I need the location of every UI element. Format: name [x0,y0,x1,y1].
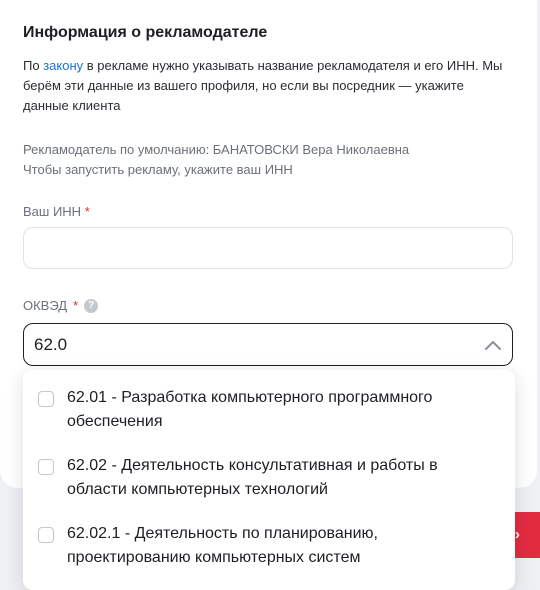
default-advertiser-info: Рекламодатель по умолчанию: БАНАТОВСКИ В… [23,140,513,180]
option-checkbox[interactable] [38,391,54,407]
section-description: По закону в рекламе нужно указывать назв… [23,56,513,116]
description-prefix: По [23,58,44,73]
okved-label-text: ОКВЭД [23,298,68,313]
inn-label-text: Ваш ИНН [23,204,82,219]
inn-required-mark: * [84,204,90,219]
option-checkbox[interactable] [38,527,54,543]
option-checkbox[interactable] [38,459,54,475]
option-label[interactable]: 62.02.1 - Деятельность по планированию, … [67,522,487,570]
question-circle-icon[interactable]: ? [84,298,99,313]
law-link[interactable]: закону [43,58,83,73]
inn-hint-line: Чтобы запустить рекламу, укажите ваш ИНН [23,162,293,177]
default-advertiser-line: Рекламодатель по умолчанию: БАНАТОВСКИ В… [23,142,410,157]
description-rest: в рекламе нужно указывать название рекла… [23,58,503,113]
okved-required-mark: * [73,298,79,313]
okved-dropdown: 62.01 - Разработка компьютерного програм… [23,370,515,590]
option-label[interactable]: 62.01 - Разработка компьютерного програм… [67,386,487,434]
okved-combobox[interactable]: 62.0 [23,323,513,366]
okved-input-value[interactable]: 62.0 [34,335,484,355]
inn-input[interactable] [23,227,513,269]
chevron-up-icon[interactable] [484,339,502,351]
okved-label: ОКВЭД * ? [23,298,99,313]
option-label[interactable]: 62.02 - Деятельность консультативная и р… [67,454,487,502]
inn-label: Ваш ИНН * [23,204,90,219]
section-title: Информация о рекламодателе [23,24,268,41]
